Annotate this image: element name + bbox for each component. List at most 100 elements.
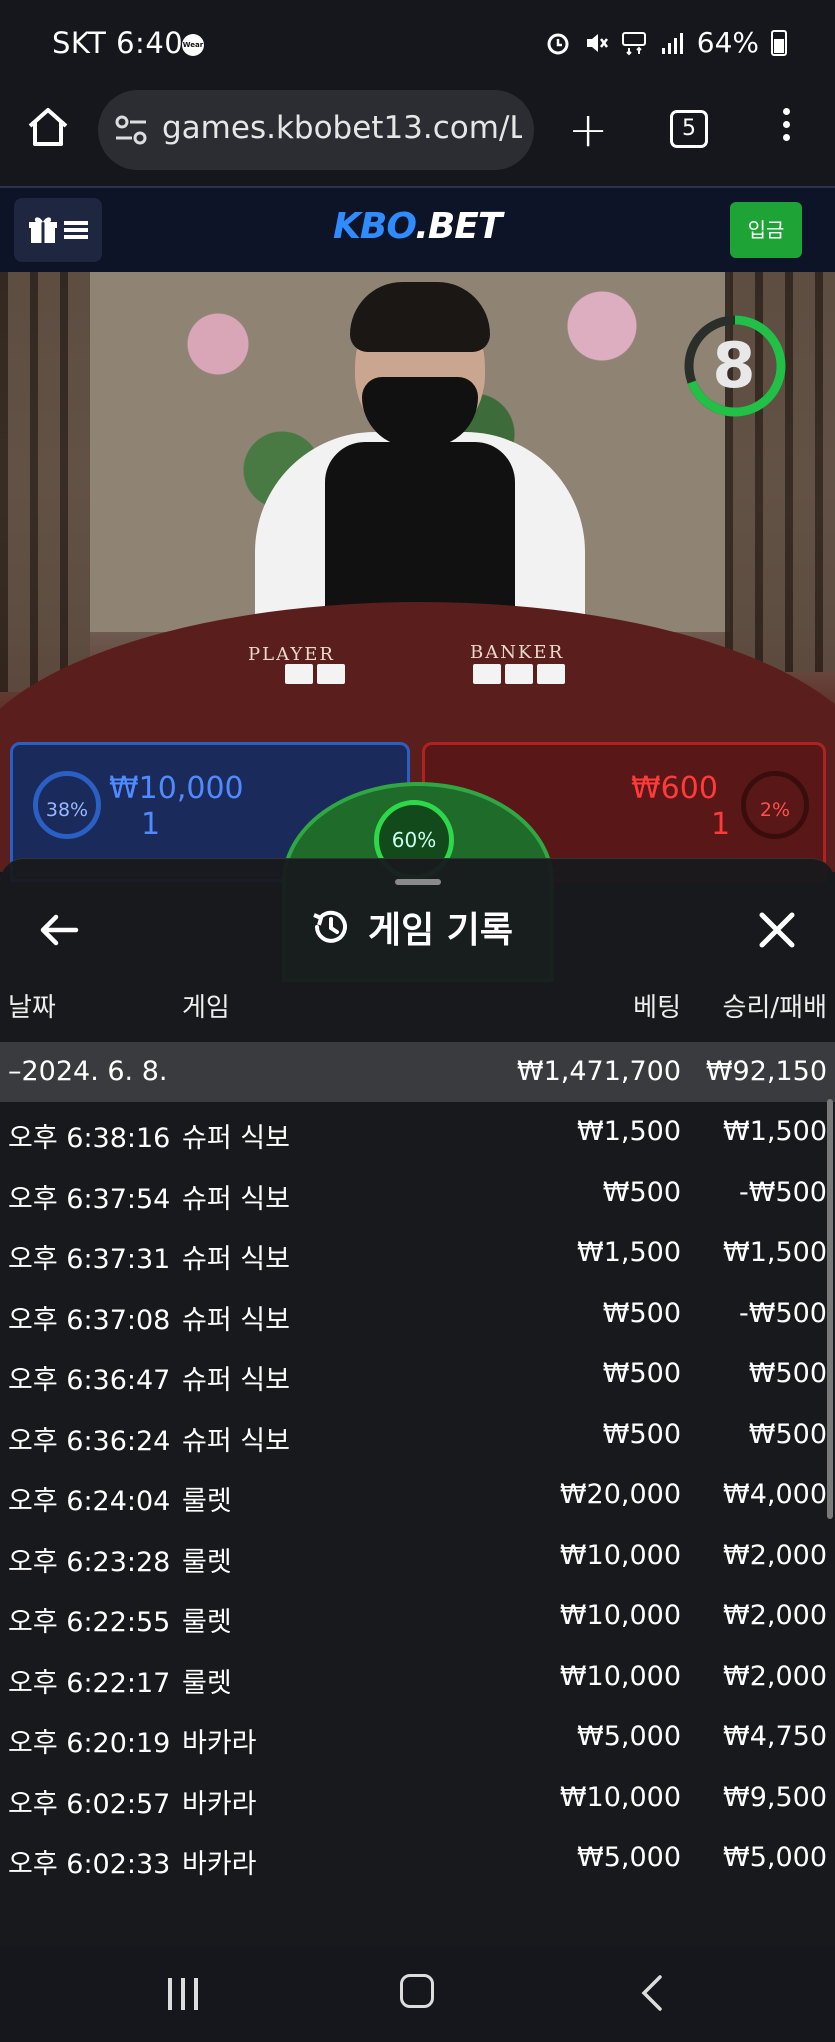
deposit-button[interactable]: 입금 (730, 202, 802, 258)
site-settings-icon[interactable] (114, 114, 148, 146)
row-time: 오후 6:23:28 (8, 1546, 171, 1578)
dealer-hair (350, 282, 490, 352)
home-button[interactable] (400, 1974, 434, 2008)
countdown-number: 8 (712, 329, 756, 402)
table-row[interactable]: 오후 6:22:17 룰렛 ₩10,000 ₩2,000 (0, 1647, 835, 1708)
player-bet-amount: ₩10,000 (109, 771, 244, 806)
scrollbar[interactable] (827, 1099, 833, 1519)
close-icon[interactable] (754, 907, 800, 953)
sheet-title: 게임 기록 (368, 910, 514, 951)
table-row[interactable]: 오후 6:20:19 바카라 ₩5,000 ₩4,750 (0, 1707, 835, 1768)
row-game: 슈퍼 식보 (182, 1304, 290, 1336)
row-bet: ₩500 (602, 1297, 681, 1329)
row-game: 바카라 (182, 1788, 257, 1820)
row-bet: ₩1,500 (577, 1237, 681, 1268)
logo-suffix: .BET (415, 206, 502, 247)
sheet-drag-handle[interactable] (395, 879, 441, 885)
5g-icon (621, 31, 646, 55)
column-header-game[interactable]: 게임 (182, 987, 230, 1024)
row-result: ₩9,500 (723, 1781, 827, 1813)
summary-date: –2024. 6. 8. (8, 1056, 168, 1087)
hamburger-icon (64, 221, 88, 239)
row-game: 바카라 (182, 1728, 257, 1759)
table-row[interactable]: 오후 6:38:16 슈퍼 식보 ₩1,500 ₩1,500 (0, 1102, 835, 1163)
column-header-date[interactable]: 날짜 (8, 987, 56, 1024)
row-time: 오후 6:36:24 (8, 1425, 171, 1457)
column-header-result[interactable]: 승리/패배 (723, 987, 827, 1024)
summary-bet: ₩1,471,700 (516, 1056, 681, 1087)
banker-bet-count: 1 (711, 807, 731, 842)
row-time: 오후 6:20:19 (8, 1728, 171, 1759)
logo-prefix: KBO (333, 206, 416, 247)
row-game: 룰렛 (182, 1486, 232, 1517)
row-bet: ₩500 (602, 1358, 681, 1389)
row-bet: ₩10,000 (559, 1539, 681, 1571)
address-bar[interactable]: games.kbobet13.com/Lau (98, 90, 534, 170)
row-game: 슈퍼 식보 (182, 1365, 290, 1396)
row-time: 오후 6:02:33 (8, 1849, 171, 1880)
player-cards (285, 664, 345, 684)
row-time: 오후 6:36:47 (8, 1365, 171, 1396)
row-bet: ₩10,000 (559, 1660, 681, 1692)
home-icon[interactable] (26, 106, 70, 150)
row-result: ₩500 (748, 1418, 827, 1450)
battery-percent: 64% (696, 26, 759, 59)
table-row[interactable]: 오후 6:36:24 슈퍼 식보 ₩500 ₩500 (0, 1405, 835, 1466)
row-result: ₩2,000 (723, 1660, 827, 1692)
back-button[interactable] (636, 1974, 666, 2012)
row-bet: ₩500 (602, 1176, 681, 1208)
game-history-sheet: 게임 기록 날짜 게임 베팅 승리/패배 –2024. 6. 8. ₩1,471… (0, 858, 835, 1946)
wear-icon: Wear (182, 34, 204, 56)
tab-switcher-button[interactable]: 5 (670, 110, 708, 148)
row-game: 슈퍼 식보 (182, 1183, 290, 1215)
row-result: ₩500 (748, 1358, 827, 1389)
row-time: 오후 6:02:57 (8, 1788, 171, 1820)
row-time: 오후 6:37:08 (8, 1304, 171, 1336)
table-row[interactable]: 오후 6:23:28 룰렛 ₩10,000 ₩2,000 (0, 1526, 835, 1587)
row-result: -₩500 (739, 1176, 827, 1208)
table-row[interactable]: 오후 6:22:55 룰렛 ₩10,000 ₩2,000 (0, 1586, 835, 1647)
player-bet-count: 1 (141, 807, 161, 842)
row-result: ₩1,500 (723, 1237, 827, 1268)
more-menu-icon[interactable] (776, 108, 796, 148)
table-row[interactable]: 오후 6:02:33 바카라 ₩5,000 ₩5,000 (0, 1828, 835, 1889)
table-row[interactable]: 오후 6:37:54 슈퍼 식보 ₩500 -₩500 (0, 1163, 835, 1224)
site-logo[interactable]: KBO.BET (333, 206, 502, 247)
recents-button[interactable] (168, 1978, 202, 2010)
row-time: 오후 6:38:16 (8, 1123, 171, 1154)
row-time: 오후 6:22:17 (8, 1667, 171, 1699)
alarm-icon (547, 33, 569, 54)
table-row[interactable]: 오후 6:02:57 바카라 ₩10,000 ₩9,500 (0, 1768, 835, 1829)
new-tab-button[interactable]: + (568, 106, 608, 154)
status-bar: SKT 6:40 Wear 64% (0, 0, 835, 88)
row-bet: ₩10,000 (559, 1600, 681, 1631)
table-row[interactable]: 오후 6:37:08 슈퍼 식보 ₩500 -₩500 (0, 1284, 835, 1345)
table-row[interactable]: 오후 6:24:04 룰렛 ₩20,000 ₩4,000 (0, 1465, 835, 1526)
history-table: –2024. 6. 8. ₩1,471,700 ₩92,150 오후 6:38:… (0, 1042, 835, 1889)
table-banker-label: BANKER (470, 642, 565, 663)
column-header-bet[interactable]: 베팅 (633, 987, 681, 1024)
summary-result: ₩92,150 (705, 1056, 827, 1087)
row-result: ₩1,500 (723, 1116, 827, 1147)
site-header: KBO.BET 입금 (0, 186, 835, 272)
row-result: ₩5,000 (723, 1842, 827, 1873)
row-bet: ₩10,000 (559, 1781, 681, 1813)
sheet-header: 게임 기록 (310, 901, 513, 953)
row-result: ₩2,000 (723, 1600, 827, 1631)
battery-icon (771, 29, 787, 56)
table-row[interactable]: 오후 6:37:31 슈퍼 식보 ₩1,500 ₩1,500 (0, 1223, 835, 1284)
url-text: games.kbobet13.com/Lau (162, 110, 522, 146)
row-time: 오후 6:37:31 (8, 1244, 171, 1275)
row-bet: ₩500 (602, 1418, 681, 1450)
back-arrow-icon[interactable] (36, 907, 82, 953)
row-result: ₩4,750 (723, 1721, 827, 1752)
gift-icon (29, 217, 57, 243)
date-summary-row[interactable]: –2024. 6. 8. ₩1,471,700 ₩92,150 (0, 1042, 835, 1102)
table-row[interactable]: 오후 6:36:47 슈퍼 식보 ₩500 ₩500 (0, 1344, 835, 1405)
banker-pct-ring: 2% (741, 771, 809, 839)
status-time: SKT 6:40 (52, 26, 184, 60)
row-game: 룰렛 (182, 1667, 232, 1699)
row-game: 룰렛 (182, 1546, 232, 1578)
menu-button[interactable] (14, 198, 102, 262)
lattice-screen (0, 272, 90, 692)
